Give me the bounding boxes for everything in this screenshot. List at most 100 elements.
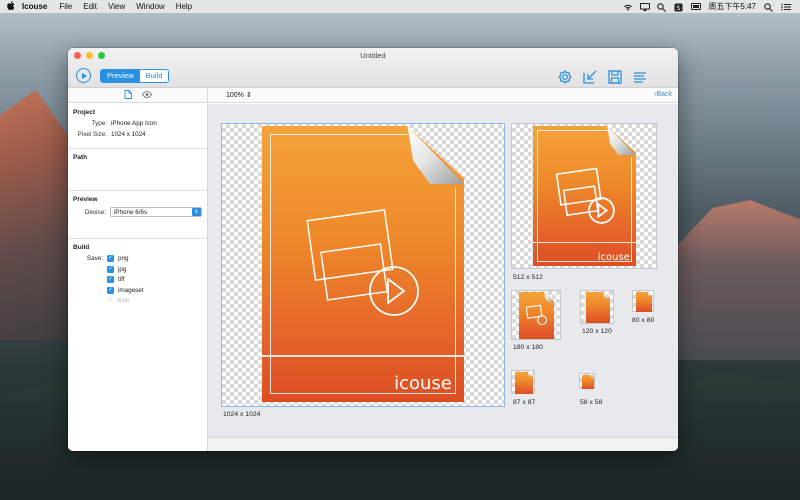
save-label: Save: [86, 255, 103, 262]
list-icon[interactable] [631, 68, 648, 85]
imageset-label: imageset [118, 286, 144, 294]
size-label-120: 120 x 120 [582, 328, 612, 335]
preview-tile-80[interactable] [632, 290, 654, 312]
format-row-jpg: ✓ jpg [73, 265, 202, 273]
app-icon-image [636, 292, 652, 312]
icon-wordmark: icouse [597, 252, 630, 264]
preview-tile-58[interactable] [579, 373, 595, 389]
tiff-checkbox[interactable]: ✓ [107, 276, 114, 283]
png-checkbox[interactable]: ✓ [107, 255, 114, 262]
spotlight-icon[interactable] [764, 2, 773, 12]
window-title: Untitled [360, 51, 386, 60]
size-label-87: 87 x 87 [513, 399, 536, 406]
imageset-checkbox[interactable]: ✓ [107, 286, 114, 294]
file-inspector-icon[interactable] [124, 89, 132, 101]
menu-edit[interactable]: Edit [83, 2, 97, 11]
sub-toolbar: 100% ⇕ ‹Back [68, 88, 678, 103]
format-row-png: Save: ✓ png [73, 255, 202, 262]
app-status-icon[interactable]: S [674, 3, 683, 12]
zoom-value: 100% [226, 92, 244, 99]
app-icon-image: icouse [533, 126, 636, 266]
app-icon-image: icouse [262, 126, 464, 402]
pixel-size-row: Pixel Size: 1024 x 1024 [73, 131, 202, 138]
play-media-icon [526, 304, 548, 326]
play-icon[interactable] [76, 68, 91, 83]
tab-build[interactable]: Build [139, 70, 169, 82]
inspector-sidebar: Project Type: iPhone App Icon Pixel Size… [68, 104, 208, 451]
build-heading: Build [73, 244, 90, 251]
menu-view[interactable]: View [108, 2, 125, 11]
menu-bar: Icouse File Edit View Window Help S 周五下午… [0, 0, 800, 13]
project-type-label: Type: [91, 120, 107, 127]
format-row-tiff: ✓ tiff [73, 276, 202, 283]
png-label: png [118, 255, 129, 262]
screen-mirroring-icon[interactable] [640, 2, 651, 11]
export-icon[interactable] [581, 68, 598, 85]
gear-icon[interactable] [556, 68, 573, 85]
size-label-80: 80 x 80 [632, 317, 655, 324]
app-icon-image [515, 372, 533, 394]
project-type-value: iPhone App Icon [111, 120, 157, 127]
svg-text:S: S [677, 4, 681, 12]
app-icon-image [519, 292, 554, 339]
size-label-180: 180 x 180 [513, 344, 543, 351]
stepper-icon: ⇕ [245, 92, 252, 99]
icns-checkbox: ✓ [108, 297, 113, 303]
menu-file[interactable]: File [59, 2, 72, 11]
save-icon[interactable] [606, 68, 623, 85]
eye-icon[interactable] [141, 90, 152, 100]
menu-help[interactable]: Help [176, 2, 192, 11]
search-icon[interactable] [657, 2, 667, 12]
path-section: Path [68, 149, 207, 191]
tab-preview[interactable]: Preview [101, 70, 140, 82]
jpg-label: jpg [118, 265, 127, 273]
format-row-imageset: ✓ imageset [73, 286, 202, 294]
device-value: iPhone 6/6s [113, 208, 148, 216]
icon-wordmark: icouse [394, 372, 452, 394]
preview-tile-512[interactable]: icouse [511, 123, 657, 269]
tiff-label: tiff [118, 276, 125, 283]
size-label-58: 58 x 58 [580, 399, 603, 406]
format-row-icns: ✓ icns [73, 297, 202, 304]
back-button[interactable]: ‹Back [654, 91, 672, 98]
window-titlebar: Untitled Preview Build [68, 48, 678, 88]
preview-tile-120[interactable] [580, 290, 614, 324]
build-section: Build Save: ✓ png ✓ jpg ✓ tiff ✓ imagese… [68, 239, 207, 314]
play-media-icon [306, 209, 420, 317]
project-section: Project Type: iPhone App Icon Pixel Size… [68, 104, 207, 149]
preview-tile-87[interactable] [511, 370, 535, 394]
device-row: Device: iPhone 6/6s ⇕ [73, 207, 202, 217]
pixel-size-label: Pixel Size: [77, 131, 107, 138]
preview-tile-1024[interactable]: icouse [221, 123, 505, 407]
project-type-row: Type: iPhone App Icon [73, 120, 202, 127]
zoom-select[interactable]: 100% ⇕ [226, 91, 252, 99]
app-window: Untitled Preview Build 100% ⇕ ‹Back Proj… [68, 48, 678, 451]
app-icon-image [582, 375, 594, 389]
path-heading: Path [73, 154, 88, 161]
preview-section: Preview Device: iPhone 6/6s ⇕ [68, 191, 207, 239]
menu-window[interactable]: Window [136, 2, 164, 11]
menu-app-name[interactable]: Icouse [22, 2, 47, 11]
size-label-512: 512 x 512 [513, 274, 543, 281]
back-label: Back [656, 91, 672, 98]
wifi-icon[interactable] [623, 3, 633, 11]
icns-label: icns [118, 297, 130, 304]
size-label-1024: 1024 x 1024 [223, 411, 261, 418]
pixel-size-value: 1024 x 1024 [111, 131, 146, 138]
wallpaper-mountain-right [675, 200, 800, 360]
preview-canvas: icouse 1024 x 1024 icouse 512 x 512 180 … [208, 104, 678, 437]
notification-center-icon[interactable] [781, 3, 791, 11]
inspector-tabs [68, 88, 208, 102]
clock-text[interactable]: 周五下午5:47 [708, 1, 756, 12]
jpg-checkbox[interactable]: ✓ [107, 265, 114, 273]
play-media-icon [555, 167, 615, 224]
apple-menu-icon[interactable] [0, 1, 22, 12]
preview-tile-180[interactable] [511, 290, 561, 340]
app-icon-image [586, 292, 610, 323]
device-label: Device: [84, 208, 106, 216]
toolbar-actions [556, 68, 648, 85]
mode-segmented-control: Preview Build [100, 69, 170, 83]
project-heading: Project [73, 109, 96, 116]
device-select[interactable]: iPhone 6/6s ⇕ [109, 207, 202, 217]
display-icon[interactable] [691, 2, 702, 11]
